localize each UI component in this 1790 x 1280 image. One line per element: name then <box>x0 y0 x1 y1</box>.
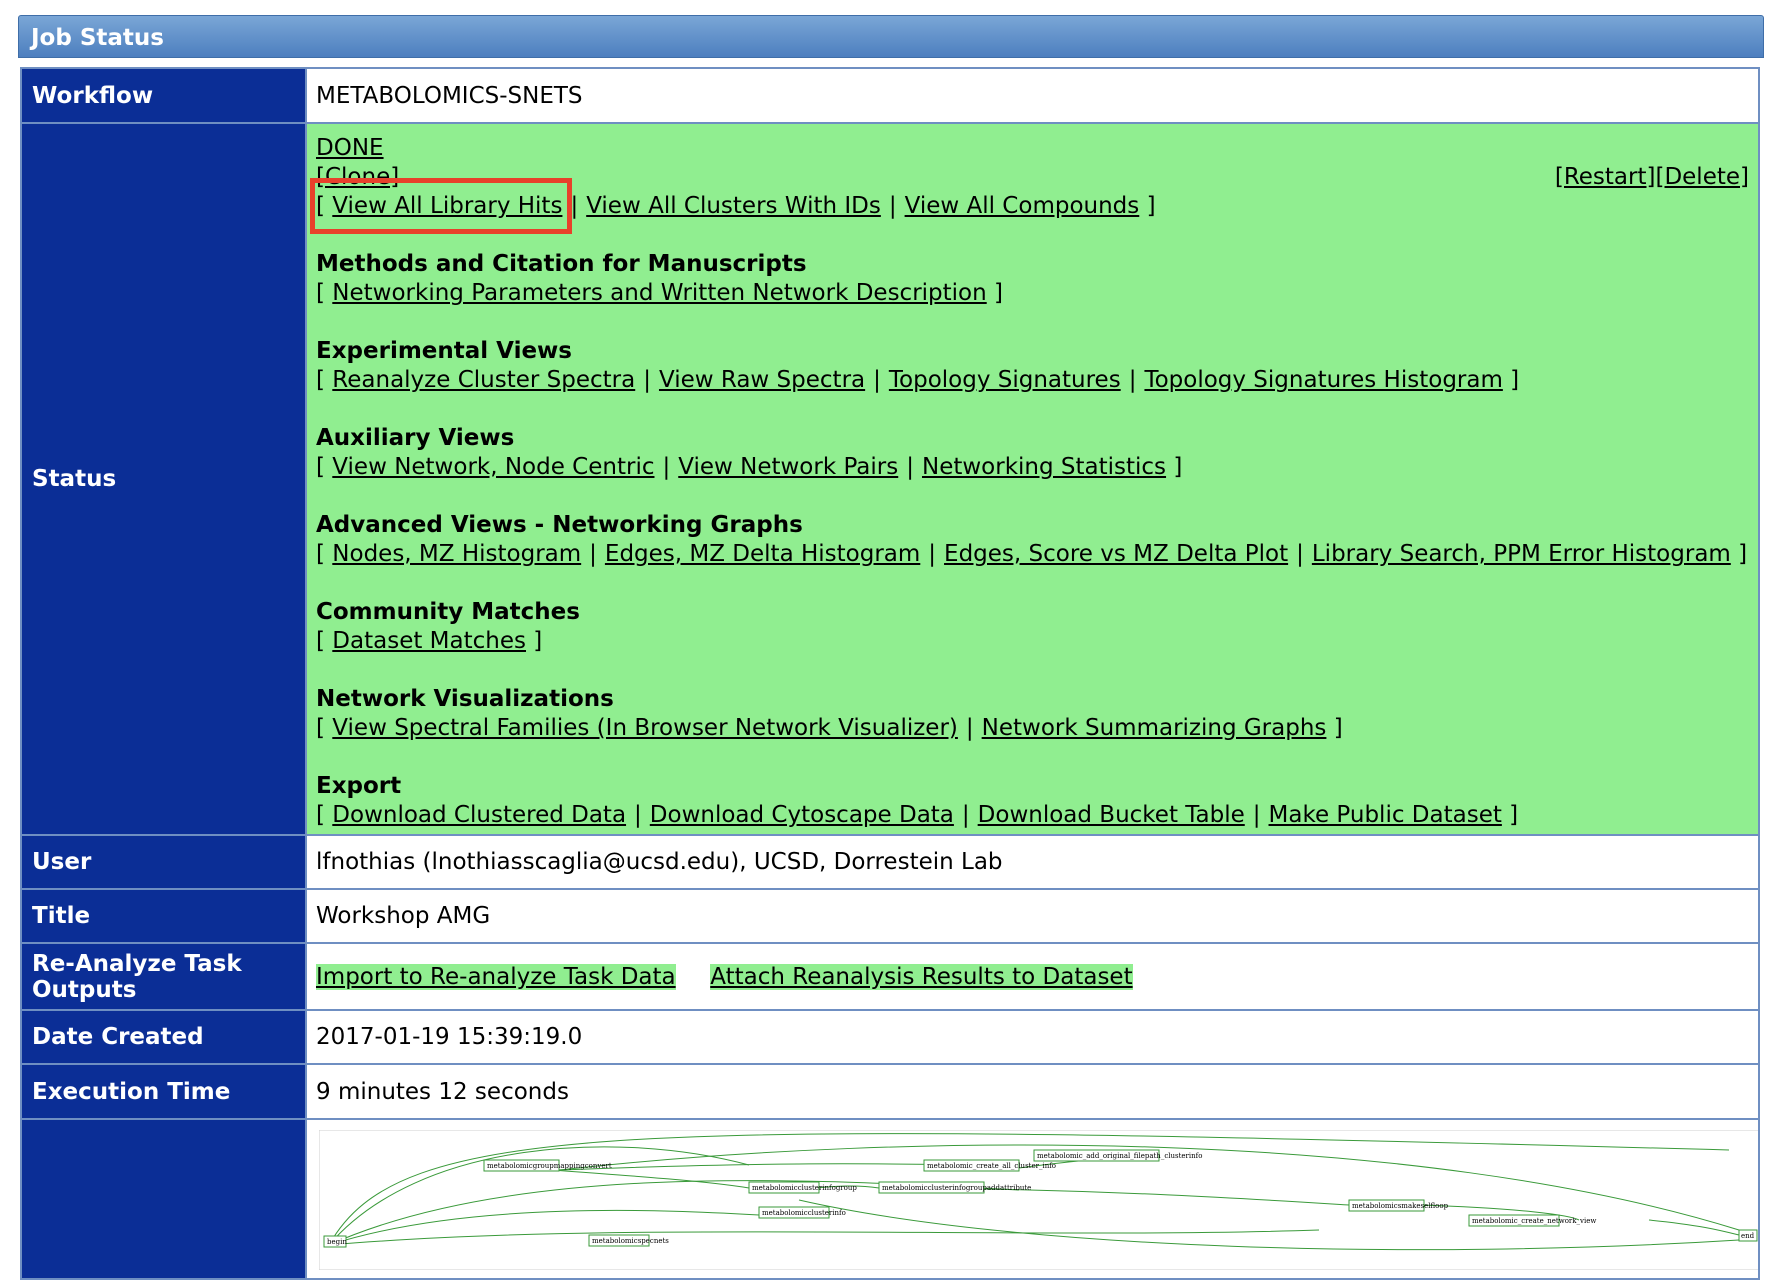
graph-node-clusterinfo: metabolomicclusterinfo <box>762 1209 846 1217</box>
row-title: Title Workshop AMG <box>20 888 1760 944</box>
section-links-experimental: [ Reanalyze Cluster Spectra | View Raw Spe… <box>316 367 1520 393</box>
graph-node-specnets: metabolomicspecnets <box>592 1237 669 1245</box>
graph-node-groupmappingconvert: metabolomicgroupmappingconvert <box>487 1162 612 1170</box>
download-bucket-table-link[interactable]: Download Bucket Table <box>978 802 1245 828</box>
label-status: Status <box>20 122 307 836</box>
view-network-node-centric-link[interactable]: View Network, Node Centric <box>332 454 654 480</box>
graph-node-makeselfloop: metabolomicsmakeselfloop <box>1352 1202 1449 1210</box>
label-title: Title <box>20 888 307 944</box>
view-all-compounds-link[interactable]: View All Compounds <box>905 193 1140 219</box>
graph-node-clusterinfogroupaddattribute: metabolomicclusterinfogroupaddattribute <box>882 1184 1031 1192</box>
section-links-auxiliary: [ View Network, Node Centric | View Networ… <box>316 454 1183 480</box>
topology-signatures-histogram-link[interactable]: Topology Signatures Histogram <box>1144 367 1502 393</box>
download-cytoscape-data-link[interactable]: Download Cytoscape Data <box>650 802 954 828</box>
section-title-methods: Methods and Citation for Manuscripts <box>316 251 807 277</box>
download-clustered-data-link[interactable]: Download Clustered Data <box>332 802 626 828</box>
graph-node-begin: begin <box>327 1238 347 1246</box>
row-user: User lfnothias (lnothiasscaglia@ucsd.edu… <box>20 834 1760 890</box>
section-links-community: [ Dataset Matches ] <box>316 628 543 654</box>
graph-node-create-all-cluster-info: metabolomic_create_all_cluster_info <box>927 1162 1056 1170</box>
label-date-created: Date Created <box>20 1009 307 1065</box>
section-links-export: [ Download Clustered Data | Download Cytos… <box>316 802 1519 828</box>
workflow-graph-cell: metabolomicgroupmappingconvert metabolom… <box>305 1118 1760 1280</box>
section-title-experimental: Experimental Views <box>316 338 572 364</box>
value-reanalyze: Import to Re-analyze Task Data Attach Re… <box>305 942 1760 1011</box>
job-status-header: Job Status <box>18 15 1764 58</box>
section-title-community: Community Matches <box>316 599 580 625</box>
value-title: Workshop AMG <box>305 888 1760 944</box>
job-status-table: Workflow METABOLOMICS-SNETS Status DONE … <box>20 67 1760 1280</box>
section-links-network-visualizations: [ View Spectral Families (In Browser Net… <box>316 715 1343 741</box>
view-spectral-families-link[interactable]: View Spectral Families (In Browser Netwo… <box>332 715 958 741</box>
panel-title: Job Status <box>31 25 164 51</box>
workflow-graph[interactable]: metabolomicgroupmappingconvert metabolom… <box>319 1130 1759 1270</box>
label-user: User <box>20 834 307 890</box>
graph-node-create-network-view: metabolomic_create_network_view <box>1472 1217 1596 1225</box>
reanalyze-cluster-spectra-link[interactable]: Reanalyze Cluster Spectra <box>332 367 635 393</box>
view-raw-spectra-link[interactable]: View Raw Spectra <box>659 367 865 393</box>
attach-reanalysis-link[interactable]: Attach Reanalysis Results to Dataset <box>710 963 1133 990</box>
label-workflow-graph <box>20 1118 307 1280</box>
restart-link[interactable]: [Restart] <box>1555 164 1656 190</box>
row-date-created: Date Created 2017-01-19 15:39:19.0 <box>20 1009 1760 1065</box>
value-execution-time: 9 minutes 12 seconds <box>305 1063 1760 1120</box>
make-public-dataset-link[interactable]: Make Public Dataset <box>1269 802 1502 828</box>
edges-score-vs-mz-delta-plot-link[interactable]: Edges, Score vs MZ Delta Plot <box>944 541 1288 567</box>
value-user: lfnothias (lnothiasscaglia@ucsd.edu), UC… <box>305 834 1760 890</box>
networking-statistics-link[interactable]: Networking Statistics <box>922 454 1166 480</box>
label-reanalyze: Re-Analyze Task Outputs <box>20 942 307 1011</box>
topology-signatures-link[interactable]: Topology Signatures <box>889 367 1121 393</box>
status-done-link[interactable]: DONE <box>316 135 384 161</box>
row-reanalyze: Re-Analyze Task Outputs Import to Re-ana… <box>20 942 1760 1011</box>
view-network-pairs-link[interactable]: View Network Pairs <box>678 454 898 480</box>
import-reanalyze-link[interactable]: Import to Re-analyze Task Data <box>316 963 676 990</box>
view-all-clusters-link[interactable]: View All Clusters With IDs <box>586 193 881 219</box>
delete-link[interactable]: [Delete] <box>1655 164 1749 190</box>
edges-mz-delta-histogram-link[interactable]: Edges, MZ Delta Histogram <box>605 541 920 567</box>
highlight-annotation-box <box>310 178 572 234</box>
row-workflow: Workflow METABOLOMICS-SNETS <box>20 67 1760 124</box>
section-links-methods: [ Networking Parameters and Written Netw… <box>316 280 1004 306</box>
label-workflow: Workflow <box>20 67 307 124</box>
graph-node-clusterinfogroup: metabolomicclusterinfogroup <box>752 1184 857 1192</box>
graph-node-add-original-filepath: metabolomic_add_original_filepath_cluste… <box>1037 1152 1202 1160</box>
networking-parameters-link[interactable]: Networking Parameters and Written Networ… <box>332 280 986 306</box>
section-title-advanced: Advanced Views - Networking Graphs <box>316 512 803 538</box>
section-title-auxiliary: Auxiliary Views <box>316 425 515 451</box>
section-links-advanced: [ Nodes, MZ Histogram | Edges, MZ Delta Hi… <box>316 541 1748 567</box>
value-workflow: METABOLOMICS-SNETS <box>305 67 1760 124</box>
label-execution-time: Execution Time <box>20 1063 307 1120</box>
graph-node-end: end <box>1741 1232 1755 1240</box>
nodes-mz-histogram-link[interactable]: Nodes, MZ Histogram <box>332 541 581 567</box>
library-search-ppm-error-histogram-link[interactable]: Library Search, PPM Error Histogram <box>1312 541 1731 567</box>
row-status: Status DONE [Clone] [Restart][Delete] [ … <box>20 122 1760 836</box>
row-execution-time: Execution Time 9 minutes 12 seconds <box>20 1063 1760 1120</box>
value-date-created: 2017-01-19 15:39:19.0 <box>305 1009 1760 1065</box>
section-title-export: Export <box>316 773 402 799</box>
row-workflow-graph: metabolomicgroupmappingconvert metabolom… <box>20 1118 1760 1280</box>
section-title-network-visualizations: Network Visualizations <box>316 686 614 712</box>
dataset-matches-link[interactable]: Dataset Matches <box>332 628 526 654</box>
network-summarizing-graphs-link[interactable]: Network Summarizing Graphs <box>982 715 1327 741</box>
